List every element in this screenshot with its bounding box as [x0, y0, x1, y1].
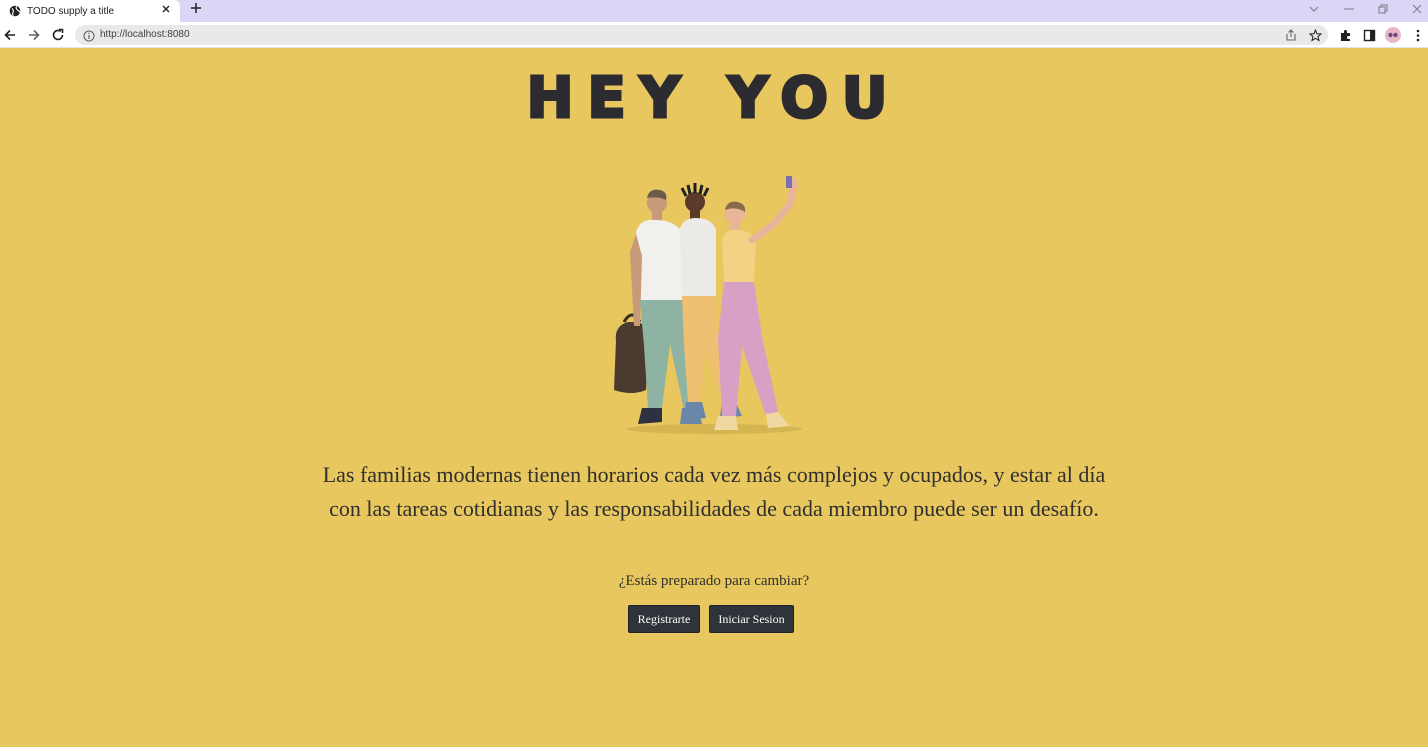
- cta-question: ¿Estás preparado para cambiar?: [618, 573, 810, 589]
- tab-title: TODO supply a title: [27, 5, 115, 17]
- more-menu-icon[interactable]: [1410, 27, 1426, 43]
- window-close-icon[interactable]: [1410, 2, 1424, 16]
- side-panel-icon[interactable]: [1361, 27, 1377, 43]
- register-button[interactable]: Registrarte: [628, 605, 700, 633]
- description-text: Las familias modernas tienen horarios ca…: [322, 462, 1106, 521]
- minimize-icon[interactable]: [1342, 2, 1356, 16]
- friends-illustration: [602, 176, 822, 438]
- chevron-down-icon[interactable]: [1307, 2, 1321, 16]
- login-button[interactable]: Iniciar Sesion: [709, 605, 794, 633]
- back-arrow-icon[interactable]: [2, 27, 18, 43]
- reload-icon[interactable]: [50, 27, 66, 43]
- info-icon[interactable]: [83, 29, 95, 42]
- globe-icon: [9, 5, 21, 17]
- address-bar: http://localhost:8080: [0, 22, 1428, 48]
- tab-strip: TODO supply a title: [0, 0, 1428, 22]
- url-text: http://localhost:8080: [100, 29, 190, 40]
- share-icon[interactable]: [1284, 28, 1298, 42]
- profile-avatar-icon[interactable]: [1385, 27, 1401, 43]
- forward-arrow-icon[interactable]: [26, 27, 42, 43]
- url-input[interactable]: http://localhost:8080: [75, 25, 1328, 45]
- extensions-icon[interactable]: [1337, 27, 1353, 43]
- star-icon[interactable]: [1308, 28, 1322, 42]
- plus-icon[interactable]: [188, 1, 204, 19]
- restore-icon[interactable]: [1376, 2, 1390, 16]
- page-title: HEY YOU: [525, 65, 902, 133]
- browser-tab[interactable]: TODO supply a title: [0, 0, 180, 22]
- close-icon[interactable]: [160, 3, 172, 17]
